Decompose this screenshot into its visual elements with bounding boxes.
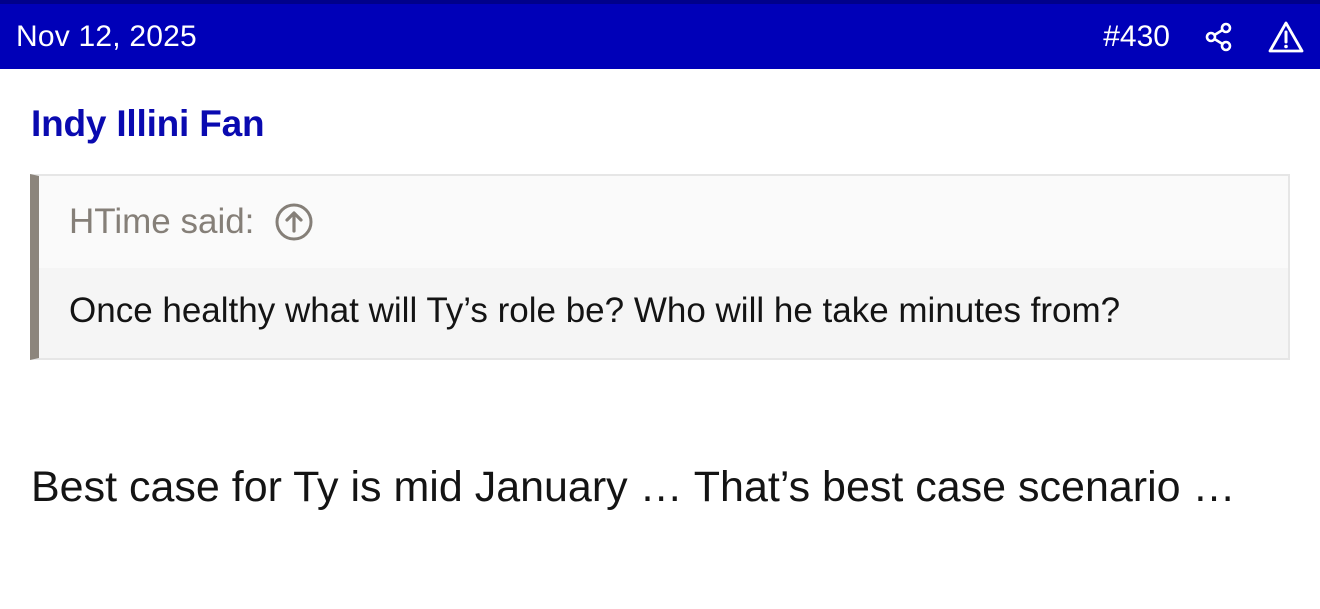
quote-header: HTime said: [39,176,1288,268]
quote-attribution[interactable]: HTime said: [69,202,254,242]
quote-text: Once healthy what will Ty’s role be? Who… [69,291,1121,330]
post-author-name[interactable]: Indy Illini Fan [31,103,265,145]
post-body-text: Best case for Ty is mid January … That’s… [31,463,1236,511]
quote-block: HTime said: Once healthy what will Ty’s … [30,174,1290,360]
arrow-up-circle-icon[interactable] [274,202,314,242]
post-number-link[interactable]: #430 [1103,20,1170,54]
post-date[interactable]: Nov 12, 2025 [16,20,197,54]
post-header-bar: Nov 12, 2025 #430 [0,0,1320,69]
post-header-actions: #430 [1103,20,1304,54]
warning-triangle-icon[interactable] [1268,21,1304,53]
share-icon[interactable] [1204,22,1234,52]
